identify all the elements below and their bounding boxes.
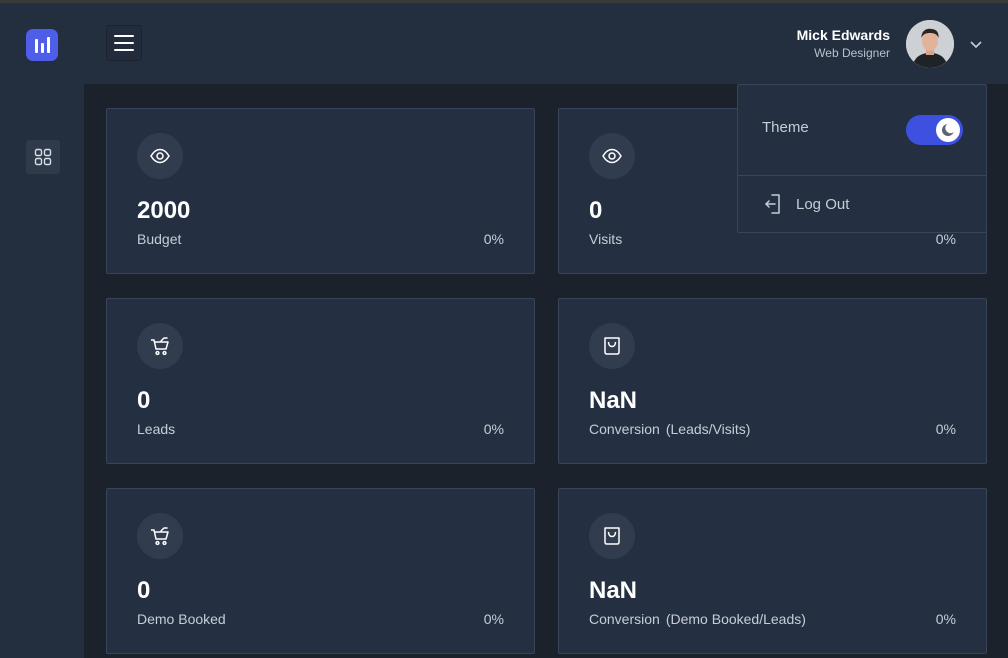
top-header: Mick Edwards Web Designer [84,3,1008,84]
stat-value: NaN [589,577,638,604]
stat-sublabel: (Demo Booked/Leads) [665,611,806,627]
stat-label: Conversion (Demo Booked/Leads) [589,611,806,627]
app-logo[interactable] [26,29,58,61]
bag-icon [589,513,635,559]
stat-label: Conversion (Leads/Visits) [589,421,751,437]
bag-icon [589,323,635,369]
logout-menu-item[interactable]: Log Out [738,176,986,232]
stat-value: 2000 [137,197,191,224]
user-dropdown-menu: Theme Log Out [737,84,987,233]
logout-icon [765,194,780,214]
logout-label: Log Out [796,195,850,213]
user-role: Web Designer [814,46,890,60]
stat-value: NaN [589,387,638,414]
stat-value: 0 [589,197,603,224]
user-name: Mick Edwards [796,27,890,43]
stat-label: Visits [589,231,623,247]
hamburger-line [114,42,134,44]
stat-label: Demo Booked [137,611,226,627]
stat-card-conversion-leads-visits: NaN Conversion (Leads/Visits) 0% [558,298,987,464]
eye-icon [589,133,635,179]
cart-icon [137,323,183,369]
moon-icon [936,118,960,142]
hamburger-line [114,35,134,37]
theme-row: Theme [738,85,986,176]
stat-value: 0 [137,387,151,414]
stat-card-budget: 2000 Budget 0% [106,108,535,274]
stat-card-conversion-demo-leads: NaN Conversion (Demo Booked/Leads) 0% [558,488,987,654]
cart-icon [137,513,183,559]
stat-percent: 0% [935,421,956,437]
stat-card-leads: 0 Leads 0% [106,298,535,464]
stat-percent: 0% [483,231,504,247]
user-info: Mick Edwards Web Designer [797,26,890,62]
stat-percent: 0% [483,421,504,437]
stat-percent: 0% [935,231,956,247]
avatar[interactable] [906,20,954,68]
dashboard-grid-icon[interactable] [26,140,60,174]
stat-label: Budget [137,231,182,247]
stat-percent: 0% [935,611,956,627]
theme-toggle[interactable] [906,115,963,145]
stat-label: Leads [137,421,176,437]
hamburger-line [114,49,134,51]
stat-value: 0 [137,577,151,604]
stat-percent: 0% [483,611,504,627]
stat-card-demo-booked: 0 Demo Booked 0% [106,488,535,654]
stat-sublabel: (Leads/Visits) [665,421,751,437]
menu-toggle-button[interactable] [106,25,142,61]
sidebar [0,3,84,658]
chevron-down-icon[interactable] [968,36,984,52]
eye-icon [137,133,183,179]
user-menu[interactable]: Mick Edwards Web Designer [797,19,984,69]
theme-label: Theme [762,119,809,136]
